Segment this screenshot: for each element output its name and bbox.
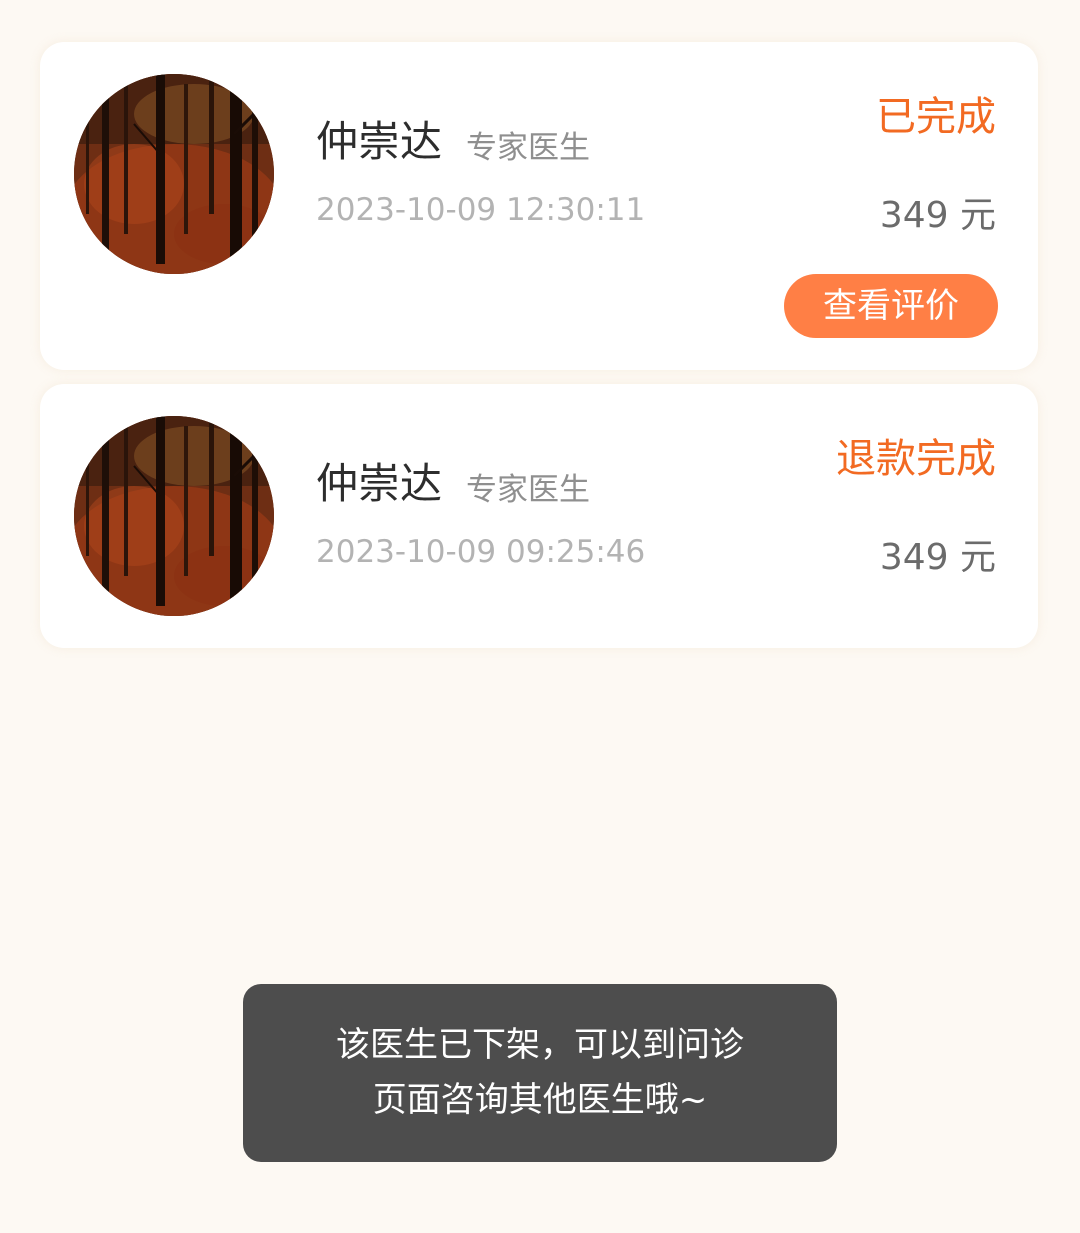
toast-line: 页面咨询其他医生哦~: [372, 1080, 708, 1120]
view-review-button[interactable]: 查看评价: [784, 274, 998, 338]
order-card[interactable]: 仲崇达 专家医生 2023-10-09 12:30:11 已完成 349 元 查…: [40, 42, 1038, 370]
doctor-title: 专家医生: [466, 130, 590, 166]
toast-message: 该医生已下架，可以到问诊 页面咨询其他医生哦~: [243, 984, 837, 1162]
forest-photo-avatar: [74, 416, 274, 616]
order-status: 退款完成: [836, 436, 996, 482]
doctor-title: 专家医生: [466, 472, 590, 508]
order-status: 已完成: [876, 94, 996, 140]
doctor-name: 仲崇达: [316, 459, 443, 508]
forest-photo-avatar: [74, 74, 274, 274]
order-time: 2023-10-09 09:25:46: [316, 534, 646, 570]
order-time: 2023-10-09 12:30:11: [316, 192, 646, 228]
order-price: 349 元: [879, 537, 996, 578]
order-card[interactable]: 仲崇达 专家医生 2023-10-09 09:25:46 退款完成 349 元: [40, 384, 1038, 648]
doctor-avatar[interactable]: [74, 74, 274, 274]
order-price: 349 元: [879, 195, 996, 236]
doctor-name: 仲崇达: [316, 117, 443, 166]
doctor-avatar[interactable]: [74, 416, 274, 616]
order-list: 仲崇达 专家医生 2023-10-09 12:30:11 已完成 349 元 查…: [40, 42, 1038, 662]
toast-line: 该医生已下架，可以到问诊: [336, 1025, 744, 1065]
